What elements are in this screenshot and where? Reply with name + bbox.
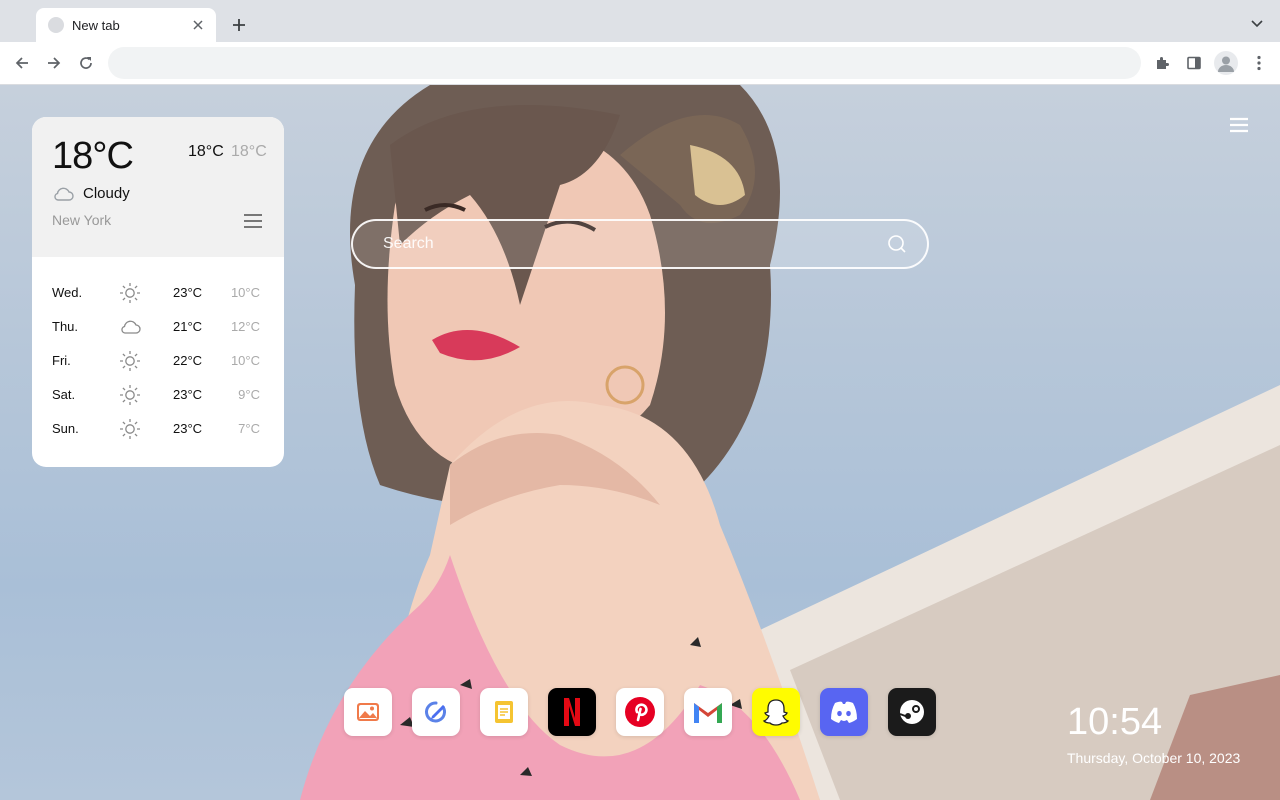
notes-app-button[interactable]	[480, 688, 528, 736]
weather-widget: 18°C 18°C 18°C Cloudy New York Wed. 23°C…	[32, 117, 284, 467]
side-panel-icon[interactable]	[1183, 52, 1205, 74]
snapchat-app-button[interactable]	[752, 688, 800, 736]
new-tab-plus-icon[interactable]	[228, 14, 250, 36]
forecast-day: Thu.	[52, 319, 79, 334]
close-tab-icon[interactable]	[190, 17, 206, 33]
discord-icon	[831, 701, 857, 723]
gmail-app-button[interactable]	[684, 688, 732, 736]
today-high-temperature: 18°C	[188, 143, 224, 160]
forecast-high: 23°C	[173, 387, 203, 402]
kebab-menu-icon[interactable]	[1248, 52, 1270, 74]
notes-icon	[495, 701, 513, 723]
gmail-icon	[694, 703, 722, 723]
weather-condition: Cloudy	[83, 185, 130, 202]
snapchat-icon	[762, 699, 790, 726]
forecast-high: 22°C	[173, 353, 203, 368]
reload-icon[interactable]	[75, 52, 97, 74]
browser-toolbar	[0, 42, 1280, 85]
forecast-day: Sat.	[52, 387, 76, 402]
sun-icon	[119, 418, 141, 440]
weather-forecast: Wed. 23°C 10°C Thu. 21°C 12°C Fri. 22°C …	[32, 276, 284, 446]
forward-arrow-icon[interactable]	[43, 52, 65, 74]
forecast-low: 9°C	[238, 387, 260, 402]
tab-new-tab[interactable]: New tab	[36, 8, 216, 42]
tab-strip: New tab	[0, 0, 1280, 42]
search-box[interactable]	[351, 219, 929, 269]
forecast-low: 10°C	[230, 353, 260, 368]
image-icon	[357, 703, 379, 721]
forecast-day: Wed.	[52, 285, 83, 300]
pen-app-button[interactable]	[412, 688, 460, 736]
search-icon[interactable]	[887, 234, 907, 254]
tab-title: New tab	[72, 17, 120, 33]
hamburger-menu-icon[interactable]	[1230, 117, 1248, 133]
clock-time: 10:54	[1067, 701, 1163, 743]
address-input[interactable]	[124, 55, 1125, 71]
today-low-temperature: 18°C	[231, 143, 267, 160]
forecast-day: Sun.	[52, 421, 79, 436]
pinterest-app-button[interactable]	[616, 688, 664, 736]
forecast-high: 23°C	[173, 421, 203, 436]
pen-icon	[425, 701, 446, 723]
forecast-row: Sun. 23°C 7°C	[32, 412, 284, 446]
forecast-row: Fri. 22°C 10°C	[32, 344, 284, 378]
forecast-low: 12°C	[230, 319, 260, 334]
cloud-icon	[52, 185, 74, 203]
netflix-app-button[interactable]	[548, 688, 596, 736]
forecast-row: Wed. 23°C 10°C	[32, 276, 284, 310]
steam-app-button[interactable]	[888, 688, 936, 736]
forecast-low: 10°C	[230, 285, 260, 300]
sun-icon	[119, 350, 141, 372]
forecast-row: Thu. 21°C 12°C	[32, 310, 284, 344]
search-input[interactable]	[383, 235, 887, 253]
back-arrow-icon[interactable]	[11, 52, 33, 74]
current-temperature: 18°C	[52, 135, 134, 177]
app-dock	[344, 688, 936, 736]
cloud-icon	[119, 316, 141, 338]
gallery-app-button[interactable]	[344, 688, 392, 736]
tab-favicon-icon	[48, 17, 64, 33]
weather-current: 18°C 18°C 18°C Cloudy New York	[32, 117, 284, 257]
weather-city: New York	[52, 212, 112, 228]
sun-icon	[119, 282, 141, 304]
clock-date: Thursday, October 10, 2023	[1067, 750, 1241, 766]
forecast-day: Fri.	[52, 353, 71, 368]
weather-menu-icon[interactable]	[244, 213, 262, 229]
forecast-low: 7°C	[238, 421, 260, 436]
address-bar[interactable]	[108, 47, 1141, 79]
steam-icon	[899, 700, 924, 724]
sun-icon	[119, 384, 141, 406]
extensions-puzzle-icon[interactable]	[1151, 52, 1173, 74]
pinterest-icon	[625, 697, 655, 727]
forecast-high: 21°C	[173, 319, 203, 334]
netflix-icon	[564, 698, 580, 726]
new-tab-page: 18°C 18°C 18°C Cloudy New York Wed. 23°C…	[0, 85, 1280, 800]
discord-app-button[interactable]	[820, 688, 868, 736]
profile-avatar-icon[interactable]	[1214, 51, 1238, 75]
tab-search-chevron-icon[interactable]	[1250, 16, 1266, 32]
forecast-row: Sat. 23°C 9°C	[32, 378, 284, 412]
forecast-high: 23°C	[173, 285, 203, 300]
